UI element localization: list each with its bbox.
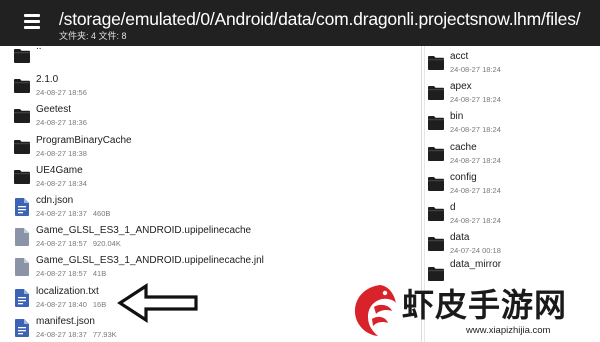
item-meta: 24-08-27 18:24	[450, 186, 501, 195]
item-date: 24-08-27 18:24	[450, 125, 501, 135]
item-name: cdn.json	[36, 195, 74, 206]
item-date: 24-08-27 18:24	[450, 95, 501, 105]
item-date: 24-08-27 18:24	[450, 65, 501, 74]
item-name: ProgramBinaryCache	[36, 134, 132, 146]
item-date: 24-08-27 18:37	[36, 209, 87, 218]
item-name: data_mirror	[450, 259, 502, 271]
item-date: 24-08-27 18:56	[36, 88, 87, 98]
watermark-url: www.xiapizhijia.com	[466, 325, 551, 336]
item-date: 24-08-27 18:34	[36, 178, 87, 188]
watermark-title: 虾皮手游网	[402, 286, 568, 324]
item-size: 41B	[92, 269, 107, 279]
folder-icon	[427, 144, 445, 164]
folder-icon	[427, 174, 445, 194]
folder-icon	[427, 204, 445, 224]
item-date: 24-08-27 18:24	[450, 216, 501, 225]
document-icon	[13, 288, 31, 308]
item-size: 920.04K	[92, 239, 121, 249]
item-date: 24-07-24 00:18	[450, 246, 501, 256]
item-meta: 24-08-27 18:36	[36, 118, 87, 127]
item-meta: 24-08-27 18:24	[450, 65, 501, 74]
item-size: 460B	[92, 209, 111, 218]
item-meta: 24-07-24 00:18	[450, 246, 501, 255]
document-icon	[13, 318, 31, 338]
item-meta: 24-08-27 18:40 16B	[36, 300, 106, 309]
item-meta: 24-08-27 18:24	[450, 125, 501, 134]
item-name: 2.1.0	[36, 74, 59, 86]
item-meta: 24-08-27 18:24	[450, 156, 501, 165]
item-date: 24-08-27 18:24	[450, 155, 501, 165]
item-name: UE4Game	[36, 164, 83, 176]
item-name: cache	[450, 141, 477, 153]
watermark: 虾皮手游网 www.xiapizhijia.com	[344, 277, 600, 342]
left-arrow-annotation	[116, 283, 200, 323]
list-item[interactable]: ..	[0, 46, 421, 71]
folder-file-counts: 文件夹: 4 文件: 8	[59, 31, 127, 41]
folder-icon	[427, 83, 445, 103]
folder-icon	[427, 113, 445, 133]
list-item[interactable]: UE4Game 24-08-27 18:34	[0, 162, 421, 192]
item-name: d	[450, 202, 456, 213]
item-name: localization.txt	[36, 285, 99, 297]
item-name: config	[450, 171, 477, 183]
list-item[interactable]: data 24-07-24 00:18	[425, 229, 600, 259]
list-item[interactable]: acct 24-08-27 18:24	[425, 48, 600, 78]
item-size: 77.93K	[92, 329, 117, 339]
item-meta: 24-08-27 18:56	[36, 88, 87, 97]
item-meta: 24-08-27 18:37 460B	[36, 209, 110, 218]
shrimp-logo-icon	[350, 281, 398, 339]
folder-icon	[427, 234, 445, 254]
item-meta: 24-08-27 18:57 920.04K	[36, 239, 121, 248]
file-icon	[13, 227, 31, 247]
item-name: acct	[450, 51, 469, 62]
item-meta: 24-08-27 18:24	[450, 216, 501, 225]
list-item[interactable]: 2.1.0 24-08-27 18:56	[0, 71, 421, 101]
item-date: 24-08-27 18:38	[36, 148, 87, 158]
item-name: data	[450, 232, 470, 244]
list-item[interactable]: Game_GLSL_ES3_1_ANDROID.upipelinecache 24…	[0, 222, 421, 252]
list-item[interactable]: d 24-08-27 18:24	[425, 199, 600, 229]
folder-icon	[13, 46, 31, 66]
folder-icon	[13, 167, 31, 187]
list-item[interactable]: bin 24-08-27 18:24	[425, 108, 600, 138]
item-size: 16B	[92, 299, 107, 309]
item-meta: 24-08-27 18:38	[36, 149, 87, 158]
folder-icon	[427, 53, 445, 73]
list-item[interactable]: cdn.json 24-08-27 18:37 460B	[0, 192, 421, 222]
current-path: /storage/emulated/0/Android/data/com.dra…	[59, 9, 581, 29]
item-date: 24-08-27 18:40	[36, 299, 87, 309]
item-meta: 24-08-27 18:57 41B	[36, 269, 106, 278]
document-icon	[13, 197, 31, 217]
item-date: 24-08-27 18:37	[36, 329, 87, 339]
item-name: Game_GLSL_ES3_1_ANDROID.upipelinecache	[36, 225, 252, 237]
item-date: 24-08-27 18:57	[36, 269, 87, 279]
item-name: apex	[450, 81, 472, 93]
list-item[interactable]: Geetest 24-08-27 18:36	[0, 101, 421, 131]
folder-icon	[13, 137, 31, 157]
item-date: 24-08-27 18:57	[36, 239, 87, 249]
list-item[interactable]: apex 24-08-27 18:24	[425, 78, 600, 108]
item-date: 24-08-27 18:24	[450, 185, 501, 195]
item-name: Geetest	[36, 104, 72, 116]
item-meta: 24-08-27 18:37 77.93K	[36, 330, 117, 339]
folder-icon	[13, 106, 31, 126]
item-name: bin	[450, 111, 464, 123]
file-icon	[13, 257, 31, 277]
item-name: manifest.json	[36, 315, 95, 327]
item-date: 24-08-27 18:36	[36, 118, 87, 128]
list-item[interactable]: config 24-08-27 18:24	[425, 169, 600, 199]
item-meta: 24-08-27 18:34	[36, 179, 87, 188]
item-name: ..	[36, 46, 42, 52]
list-item[interactable]: cache 24-08-27 18:24	[425, 139, 600, 169]
menu-icon[interactable]	[24, 13, 44, 29]
item-name: Game_GLSL_ES3_1_ANDROID.upipelinecache.j…	[36, 255, 264, 267]
item-meta: 24-08-27 18:24	[450, 95, 501, 104]
list-item[interactable]: ProgramBinaryCache 24-08-27 18:38	[0, 132, 421, 162]
folder-icon	[13, 76, 31, 96]
top-app-bar: /storage/emulated/0/Android/data/com.dra…	[0, 0, 600, 46]
